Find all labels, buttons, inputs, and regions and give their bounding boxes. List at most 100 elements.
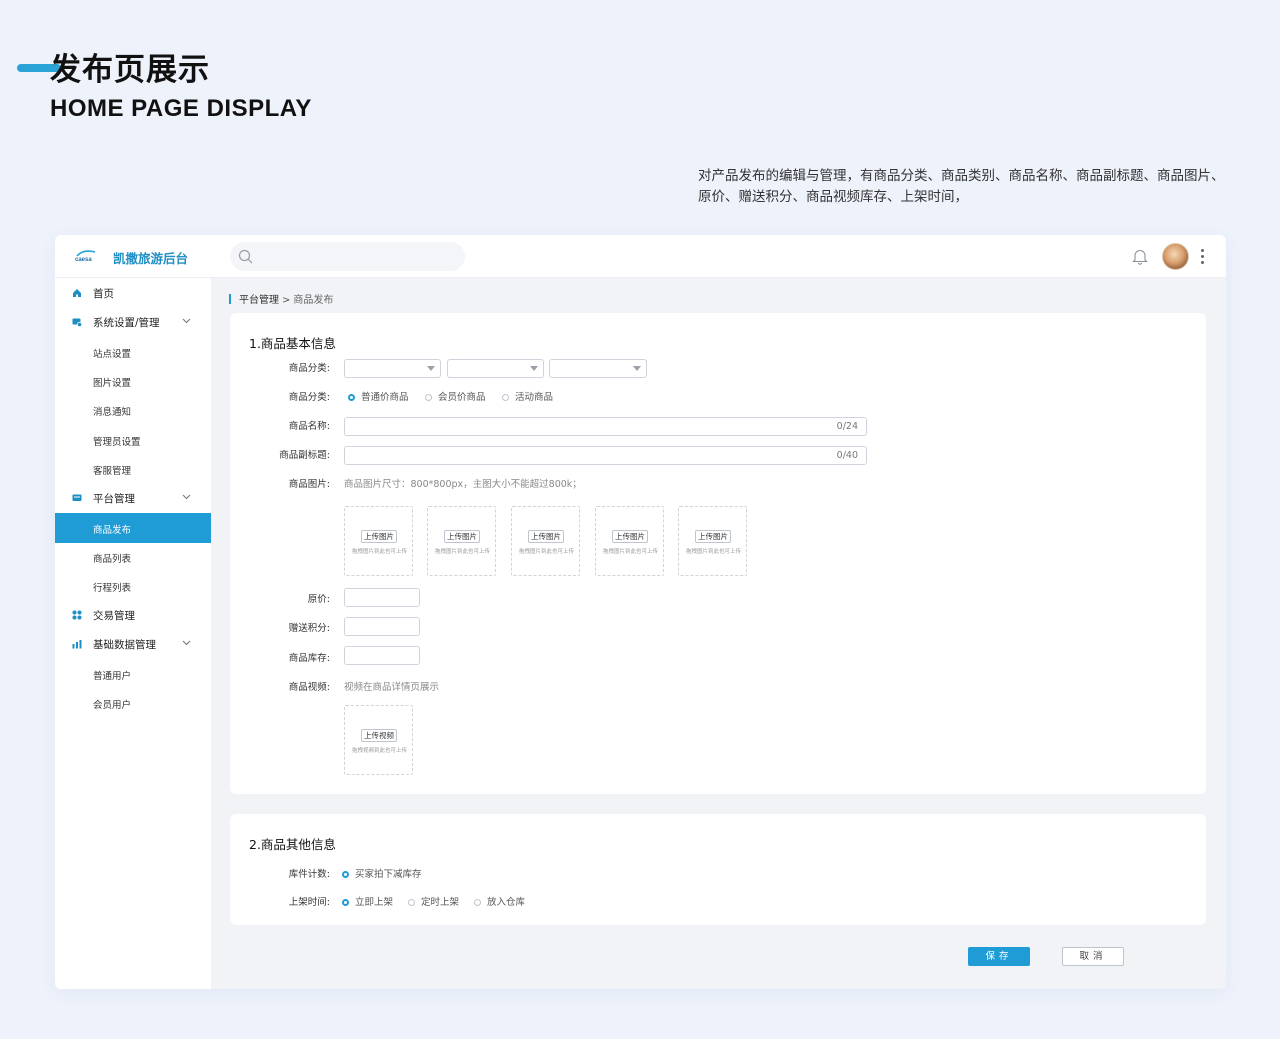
image-label: 商品图片:: [288, 479, 330, 490]
radio-reduce-on-order[interactable]: 买家拍下减库存: [342, 866, 422, 880]
radio-promo[interactable]: 活动商品: [502, 389, 553, 403]
logo-text: caesa: [75, 257, 92, 263]
upload-image-button[interactable]: 上传图片: [612, 530, 648, 543]
sidebar-item-basic-data[interactable]: 基础数据管理: [55, 629, 211, 659]
category-label: 商品分类:: [288, 363, 330, 374]
breadcrumb-separator: >: [282, 295, 291, 306]
sidebar-subitem-notifications[interactable]: 消息通知: [55, 395, 211, 425]
sidebar-subitem-member-users[interactable]: 会员用户: [55, 688, 211, 718]
stock-input[interactable]: [344, 646, 420, 665]
sidebar-subitem-label: 管理员设置: [93, 437, 141, 448]
grid-icon: [72, 610, 82, 620]
radio-dot: [348, 394, 355, 401]
sidebar-item-system[interactable]: 系统设置/管理: [55, 307, 211, 337]
chevron-down-icon: [633, 366, 641, 371]
radio-label: 会员价商品: [438, 392, 486, 403]
image-upload-4[interactable]: 上传图片 拖拽图片到此也可上传: [595, 506, 664, 576]
upload-image-button[interactable]: 上传图片: [695, 530, 731, 543]
sidebar-subitem-label: 消息通知: [93, 407, 132, 418]
section-title: 2.商品其他信息: [249, 837, 336, 852]
chevron-down-icon: [182, 494, 191, 500]
upload-image-button[interactable]: 上传图片: [528, 530, 564, 543]
breadcrumb-parent[interactable]: 平台管理: [239, 295, 279, 306]
sidebar-subitem-label: 会员用户: [93, 700, 132, 711]
sidebar-subitem-label: 客服管理: [93, 466, 132, 477]
sidebar-item-platform[interactable]: 平台管理: [55, 483, 211, 513]
radio-normal-price[interactable]: 普通价商品: [348, 389, 409, 403]
cancel-button[interactable]: 取消: [1062, 947, 1124, 966]
avatar[interactable]: [1162, 243, 1189, 270]
sidebar-subitem-product-publish[interactable]: 商品发布: [55, 513, 211, 543]
image-upload-2[interactable]: 上传图片 拖拽图片到此也可上传: [427, 506, 496, 576]
admin-app-window: caesa 凯撒旅游后台 首页 系统设置/管理 站点设置 图片设置 消息通知 管…: [55, 235, 1226, 989]
sidebar-subitem-admins[interactable]: 管理员设置: [55, 425, 211, 455]
sidebar-item-trade[interactable]: 交易管理: [55, 600, 211, 630]
sidebar-item-label: 首页: [93, 288, 114, 300]
radio-dot: [502, 394, 509, 401]
radio-dot: [425, 394, 432, 401]
radio-member-price[interactable]: 会员价商品: [425, 389, 486, 403]
sidebar-subitem-itinerary-list[interactable]: 行程列表: [55, 571, 211, 601]
category-select-2[interactable]: [447, 359, 544, 378]
sidebar-subitem-regular-users[interactable]: 普通用户: [55, 659, 211, 689]
upload-video-button[interactable]: 上传视频: [361, 729, 397, 742]
radio-label: 买家拍下减库存: [355, 869, 422, 880]
radio-to-warehouse[interactable]: 放入仓库: [474, 894, 525, 908]
listing-time-label: 上架时间:: [288, 897, 330, 908]
sidebar-subitem-support[interactable]: 客服管理: [55, 454, 211, 484]
upload-hint: 拖拽视频到此也可上传: [351, 748, 407, 754]
image-upload-1[interactable]: 上传图片 拖拽图片到此也可上传: [344, 506, 413, 576]
bell-icon[interactable]: [1132, 248, 1148, 265]
upload-image-button[interactable]: 上传图片: [444, 530, 480, 543]
sidebar-item-label: 平台管理: [93, 493, 135, 505]
sidebar-item-home[interactable]: 首页: [55, 278, 211, 308]
type-label: 商品分类:: [288, 392, 330, 403]
radio-list-now[interactable]: 立即上架: [342, 894, 393, 908]
video-upload[interactable]: 上传视频拖拽视频到此也可上传: [344, 705, 413, 775]
radio-list-scheduled[interactable]: 定时上架: [408, 894, 459, 908]
upload-image-button[interactable]: 上传图片: [361, 530, 397, 543]
logo: caesa: [75, 249, 97, 265]
price-input[interactable]: [344, 588, 420, 607]
category-select-1[interactable]: [344, 359, 441, 378]
more-menu-icon[interactable]: [1201, 249, 1205, 267]
points-label: 赠送积分:: [288, 623, 330, 634]
chevron-down-icon: [182, 640, 191, 646]
radio-dot: [342, 871, 349, 878]
search-input[interactable]: [230, 242, 465, 271]
bar-chart-icon: [72, 640, 82, 649]
sidebar-subitem-label: 图片设置: [93, 378, 132, 389]
category-select-3[interactable]: [549, 359, 647, 378]
radio-dot: [474, 899, 481, 906]
app-name: 凯撒旅游后台: [113, 251, 189, 266]
settings-icon: [72, 318, 82, 327]
sidebar-subitem-images[interactable]: 图片设置: [55, 366, 211, 396]
char-counter: 0/24: [836, 421, 858, 432]
product-subtitle-input[interactable]: 0/40: [344, 446, 867, 465]
basic-info-card: 1.商品基本信息 商品分类: 商品分类: 普通价商品 会员价商品 活动商品 商品…: [230, 313, 1206, 794]
stock-count-label: 库件计数:: [288, 869, 330, 880]
sidebar-subitem-site[interactable]: 站点设置: [55, 337, 211, 367]
price-label: 原价:: [307, 594, 330, 605]
sidebar-subitem-label: 行程列表: [93, 583, 132, 594]
product-name-input[interactable]: 0/24: [344, 417, 867, 436]
radio-label: 放入仓库: [487, 897, 526, 908]
save-button[interactable]: 保存: [968, 947, 1030, 966]
sidebar-item-label: 基础数据管理: [93, 639, 156, 651]
stock-label: 商品库存:: [288, 653, 330, 664]
image-upload-5[interactable]: 上传图片 拖拽图片到此也可上传: [678, 506, 747, 576]
subtitle-label: 商品副标题:: [279, 450, 330, 461]
upload-hint: 拖拽图片到此也可上传: [518, 549, 574, 555]
sidebar-subitem-label: 商品列表: [93, 554, 132, 565]
radio-label: 立即上架: [355, 897, 394, 908]
video-label: 商品视频:: [288, 682, 330, 693]
points-input[interactable]: [344, 617, 420, 636]
radio-label: 普通价商品: [361, 392, 409, 403]
sidebar-subitem-product-list[interactable]: 商品列表: [55, 542, 211, 572]
sidebar: 首页 系统设置/管理 站点设置 图片设置 消息通知 管理员设置 客服管理 平台管…: [55, 278, 211, 989]
radio-dot: [408, 899, 415, 906]
sidebar-subitem-label: 商品发布: [93, 525, 132, 536]
topbar: caesa 凯撒旅游后台: [55, 235, 1226, 278]
hero-description: 对产品发布的编辑与管理，有商品分类、商品类别、商品名称、商品副标题、商品图片、原…: [698, 168, 1225, 205]
image-upload-3[interactable]: 上传图片拖拽图片到此也可上传: [511, 506, 580, 576]
